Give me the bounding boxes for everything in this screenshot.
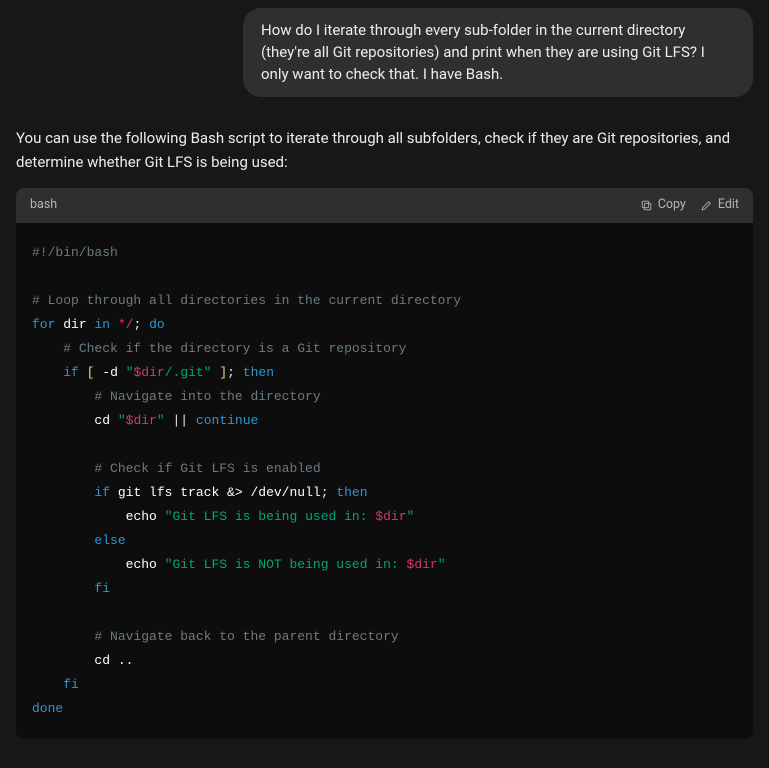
code-content[interactable]: #!/bin/bash # Loop through all directori… <box>16 223 753 740</box>
code-language-label: bash <box>30 196 57 215</box>
assistant-intro: You can use the following Bash script to… <box>16 127 753 174</box>
edit-label: Edit <box>718 196 739 215</box>
user-message-row: How do I iterate through every sub-folde… <box>16 8 753 97</box>
code-block: bash Copy Edit #!/bin/bash # Loop throug… <box>16 188 753 740</box>
copy-label: Copy <box>658 196 686 215</box>
copy-button[interactable]: Copy <box>640 196 686 215</box>
edit-button[interactable]: Edit <box>700 196 739 215</box>
copy-icon <box>640 199 653 212</box>
edit-icon <box>700 199 713 212</box>
user-message: How do I iterate through every sub-folde… <box>243 8 753 97</box>
code-header: bash Copy Edit <box>16 188 753 223</box>
code-actions: Copy Edit <box>640 196 739 215</box>
